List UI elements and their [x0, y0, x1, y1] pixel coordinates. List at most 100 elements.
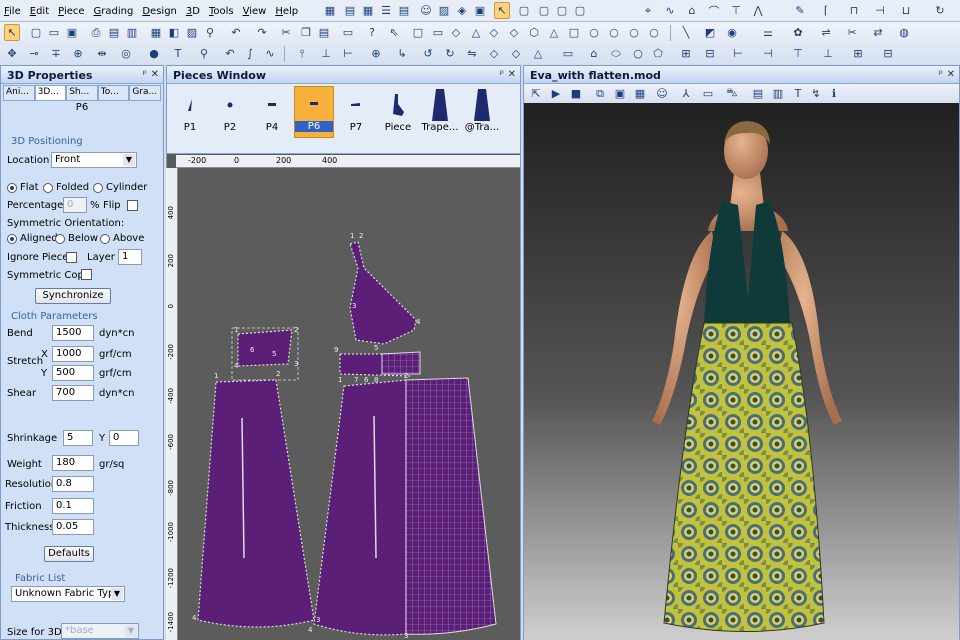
camera-icon[interactable]: ▣: [612, 85, 628, 102]
piece-thumb-p2[interactable]: P2: [210, 88, 250, 138]
pattern-canvas[interactable]: 1 2 3 4 5 6 7 8 9 1 2 3 4 5 6 1 2 3 4 1 …: [178, 168, 520, 640]
tab-tools[interactable]: To...: [97, 85, 130, 101]
menu-grading[interactable]: Grading: [94, 6, 134, 17]
image-icon[interactable]: ▨: [436, 2, 452, 19]
shear-field[interactable]: 700: [52, 385, 94, 401]
aligned-radio[interactable]: [7, 234, 17, 244]
copy-icon[interactable]: ❐: [298, 24, 314, 41]
menu-view[interactable]: View: [243, 6, 267, 17]
table-icon[interactable]: ▤: [342, 2, 358, 19]
marker-icon[interactable]: ⌈: [818, 2, 834, 19]
avatar-viewport[interactable]: [524, 103, 959, 640]
circle-icon[interactable]: ○: [586, 24, 602, 41]
ruler5-icon[interactable]: ⊞: [850, 45, 866, 62]
zoom-icon[interactable]: ⚲: [202, 24, 218, 41]
new-file-icon[interactable]: ▢: [28, 24, 44, 41]
piece-thumb-p1[interactable]: P1: [170, 88, 210, 138]
shrinkage-y-field[interactable]: 0: [109, 430, 139, 446]
rotate-icon[interactable]: ↻: [932, 2, 948, 19]
text-tool-icon[interactable]: T: [170, 45, 186, 62]
diamond5-icon[interactable]: ◇: [508, 45, 524, 62]
circle5-icon[interactable]: ○: [630, 45, 646, 62]
frame-icon[interactable]: ▣: [472, 2, 488, 19]
folded-radio[interactable]: [43, 183, 53, 193]
dart-icon[interactable]: ⋀: [750, 2, 766, 19]
table2-icon[interactable]: ▤: [396, 2, 412, 19]
curve2-icon[interactable]: ∫: [242, 45, 258, 62]
sphere-icon[interactable]: ●: [146, 45, 162, 62]
stripes-icon[interactable]: ▥: [770, 85, 786, 102]
save-icon[interactable]: ▣: [64, 24, 80, 41]
split-icon[interactable]: ⇹: [94, 45, 110, 62]
tab-animation[interactable]: Ani...: [3, 85, 35, 101]
pattern-piece-waistband-copy[interactable]: [381, 351, 421, 375]
car-icon[interactable]: ⛍: [724, 85, 740, 102]
pin-icon[interactable]: ⫯: [294, 45, 310, 62]
square-icon[interactable]: □: [566, 24, 582, 41]
location-select[interactable]: Front ▼: [51, 152, 137, 168]
grade2-icon[interactable]: ⊟: [702, 45, 718, 62]
size-select[interactable]: *base ▼: [61, 623, 139, 639]
triangle3-icon[interactable]: △: [530, 45, 546, 62]
undo-icon[interactable]: ↶: [228, 24, 244, 41]
menu-3d[interactable]: 3D: [186, 6, 200, 17]
close-icon[interactable]: ✕: [947, 69, 955, 80]
diamond2-icon[interactable]: ◇: [486, 24, 502, 41]
above-radio[interactable]: [100, 234, 110, 244]
excel-icon[interactable]: ▦: [148, 24, 164, 41]
flip-icon[interactable]: ⇋: [464, 45, 480, 62]
rect-tool-icon[interactable]: □: [410, 24, 426, 41]
window-icon[interactable]: ▭: [340, 24, 356, 41]
layer-field[interactable]: 1: [118, 249, 142, 265]
circle4-icon[interactable]: ○: [646, 24, 662, 41]
drill-icon[interactable]: ⊕: [368, 45, 384, 62]
open-folder-icon[interactable]: ▭: [46, 24, 62, 41]
diamond3-icon[interactable]: ◇: [506, 24, 522, 41]
pentagon-icon[interactable]: ⬠: [650, 45, 666, 62]
piece-thumb-trapeze-copy[interactable]: @Tra...: [462, 88, 502, 138]
ruler4-icon[interactable]: ⊥: [820, 45, 836, 62]
circle2-icon[interactable]: ○: [606, 24, 622, 41]
fabric-select[interactable]: Unknown Fabric Type ▼: [11, 586, 125, 602]
undo2-icon[interactable]: ↶: [222, 45, 238, 62]
pin-icon[interactable]: ᵖ: [143, 69, 147, 80]
axis-icon[interactable]: ∓: [48, 45, 64, 62]
shrinkage-x-field[interactable]: 5: [63, 430, 93, 446]
notch2-icon[interactable]: ⊢: [340, 45, 356, 62]
ellipse-icon[interactable]: ⬭: [608, 45, 624, 62]
display-icon[interactable]: ▭: [700, 85, 716, 102]
wave-icon[interactable]: ∿: [262, 45, 278, 62]
menu-piece[interactable]: Piece: [58, 6, 84, 17]
cylinder-radio[interactable]: [93, 183, 103, 193]
people-icon[interactable]: ☺: [654, 85, 670, 102]
thickness-field[interactable]: 0.05: [52, 519, 94, 535]
house2-icon[interactable]: ⌂: [586, 45, 602, 62]
notch-icon[interactable]: ⊤: [728, 2, 744, 19]
piece-thumb-piece[interactable]: Piece: [378, 88, 418, 138]
hexagon-icon[interactable]: ⬡: [526, 24, 542, 41]
arrow-icon[interactable]: ↳: [394, 45, 410, 62]
paste-icon[interactable]: ▤: [316, 24, 332, 41]
film-icon[interactable]: ▤: [750, 85, 766, 102]
triangle-icon[interactable]: △: [468, 24, 484, 41]
doc3-icon[interactable]: ▢: [554, 2, 570, 19]
pin-icon[interactable]: ᵖ: [939, 69, 943, 80]
rect2-tool-icon[interactable]: ▭: [430, 24, 446, 41]
swap-icon[interactable]: ⇄: [870, 24, 886, 41]
magnify-icon[interactable]: ⚲: [196, 45, 212, 62]
tab-3d[interactable]: 3D...: [34, 85, 67, 101]
user-icon[interactable]: ☺: [418, 2, 434, 19]
tab-shape[interactable]: Sh...: [66, 85, 98, 101]
doc2-icon[interactable]: ▢: [536, 2, 552, 19]
friction-field[interactable]: 0.1: [52, 498, 94, 514]
close-icon[interactable]: ✕: [508, 69, 516, 80]
arc-icon[interactable]: ⌒: [706, 2, 722, 19]
import-icon[interactable]: ▨: [184, 24, 200, 41]
percentage-field[interactable]: 0: [63, 197, 87, 213]
grid-view-icon[interactable]: ▦: [322, 2, 338, 19]
point-icon[interactable]: ⊸: [26, 45, 42, 62]
pleat-icon[interactable]: ⊓: [846, 2, 862, 19]
scissors-icon[interactable]: ✂: [844, 24, 860, 41]
export-icon[interactable]: ▥: [124, 24, 140, 41]
marker2-icon[interactable]: ⊕: [70, 45, 86, 62]
